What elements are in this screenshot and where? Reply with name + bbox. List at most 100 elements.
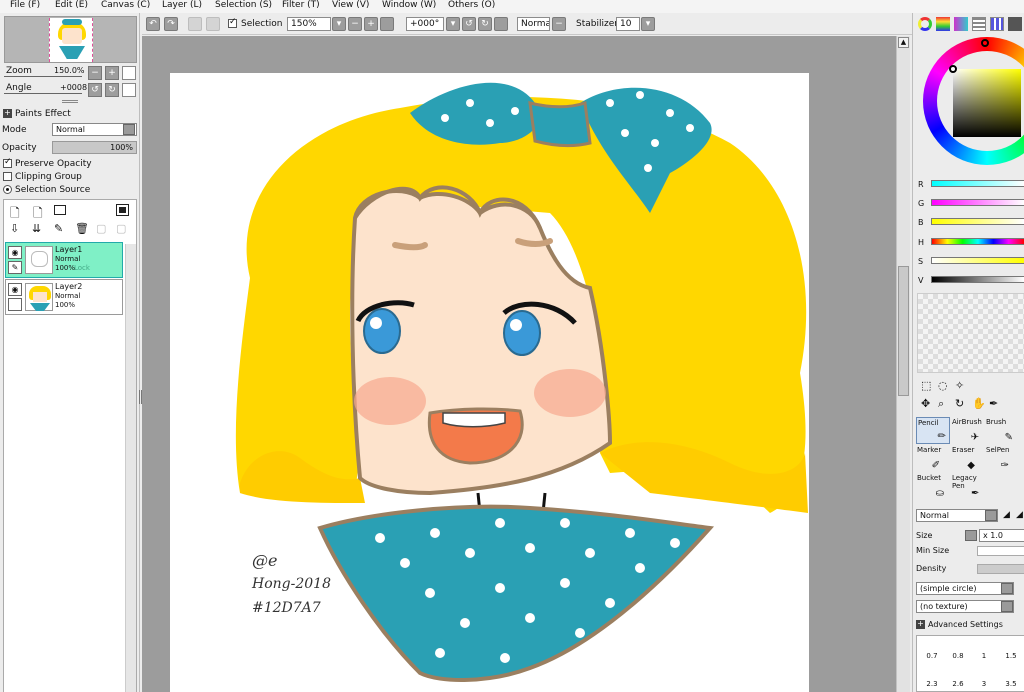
panel-splitter[interactable] <box>62 100 78 103</box>
angle-dropdown-button[interactable]: ▾ <box>446 17 460 31</box>
lasso-icon[interactable]: ◌ <box>938 379 948 392</box>
saturation-value-square[interactable] <box>953 69 1021 137</box>
b-slider[interactable] <box>931 218 1024 225</box>
magic-wand-icon[interactable]: ✧ <box>955 379 964 392</box>
size-preset[interactable]: 0.7 <box>921 652 943 660</box>
menu-canvas[interactable]: Canvas (C) <box>101 0 150 10</box>
nav-zoom-out-button[interactable]: − <box>88 66 102 80</box>
deselect-button[interactable] <box>188 17 202 31</box>
stabilizer-select[interactable]: 10 <box>616 17 640 31</box>
left-splitter[interactable] <box>139 390 142 404</box>
scratchpad-tab-icon[interactable] <box>1008 17 1022 31</box>
selection-source-radio[interactable] <box>3 185 12 194</box>
nav-rotate-ccw-button[interactable]: ↺ <box>88 83 102 97</box>
r-slider[interactable] <box>931 180 1024 187</box>
chevron-down-icon[interactable] <box>985 510 997 521</box>
size-preset[interactable]: 1 <box>973 652 995 660</box>
tool-eraser[interactable]: Eraser ◆ <box>951 445 985 472</box>
v-slider[interactable] <box>931 276 1024 283</box>
hand-icon[interactable]: ✋ <box>972 397 986 410</box>
rgb-slider-tab-icon[interactable] <box>936 17 950 31</box>
tool-selpen[interactable]: SelPen ✑ <box>985 445 1019 472</box>
size-multiplier-dropdown[interactable] <box>965 530 977 541</box>
rotate-cw-button[interactable]: ↻ <box>478 17 492 31</box>
opacity-slider[interactable]: 100% <box>52 141 137 154</box>
move-icon[interactable]: ✥ <box>921 397 930 410</box>
rotate-ccw-button[interactable]: ↺ <box>462 17 476 31</box>
menu-file[interactable]: File (F) <box>10 0 40 10</box>
zoom-tool-icon[interactable]: ⌕ <box>938 397 944 411</box>
size-multiplier[interactable]: x 1.0 <box>979 529 1024 542</box>
flip-button[interactable]: − <box>552 17 566 31</box>
drawing-canvas[interactable]: @e Hong-2018 #12D7A7 <box>170 73 809 692</box>
zoom-out-button[interactable]: − <box>348 17 362 31</box>
s-slider[interactable] <box>931 257 1024 264</box>
brush-shape-select[interactable]: (simple circle) <box>916 582 1014 595</box>
tool-brush[interactable]: Brush ✎ <box>985 417 1019 444</box>
new-folder-icon[interactable] <box>54 205 66 215</box>
menu-layer[interactable]: Layer (L) <box>162 0 202 10</box>
layer-mask-icon[interactable] <box>116 204 129 216</box>
menu-edit[interactable]: Edit (E) <box>55 0 88 10</box>
menu-view[interactable]: View (V) <box>332 0 369 10</box>
preserve-opacity-checkbox[interactable]: ✓ <box>3 157 12 168</box>
menu-filter[interactable]: Filter (T) <box>282 0 320 10</box>
navigator-preview[interactable] <box>4 16 137 63</box>
rect-select-icon[interactable]: ⬚ <box>921 379 931 392</box>
menu-others[interactable]: Others (O) <box>448 0 495 10</box>
menu-selection[interactable]: Selection (S) <box>215 0 272 10</box>
canvas-vertical-scrollbar[interactable]: ▲ <box>896 36 910 692</box>
h-slider[interactable] <box>931 238 1024 245</box>
scroll-up-arrow[interactable]: ▲ <box>898 37 909 48</box>
swatches-tab-icon[interactable] <box>990 17 1004 31</box>
brush-texture-select[interactable]: (no texture) <box>916 600 1014 613</box>
delete-layer-icon[interactable]: 🗑 <box>75 222 89 235</box>
color-picker-cursor[interactable] <box>949 65 957 73</box>
min-size-slider[interactable] <box>977 546 1024 556</box>
color-wheel-tab-icon[interactable] <box>918 17 932 31</box>
clear-layer-icon[interactable]: ✎ <box>54 222 63 235</box>
tool-marker[interactable]: Marker ✐ <box>916 445 950 472</box>
angle-select[interactable]: +000° <box>406 17 444 31</box>
redo-button[interactable]: ↷ <box>164 17 178 31</box>
size-preset[interactable]: 2.3 <box>921 680 943 688</box>
pen-slot[interactable] <box>8 298 22 311</box>
eyedropper-icon[interactable]: ✒ <box>989 397 998 410</box>
plus-icon[interactable]: + <box>916 620 925 629</box>
user-swatch-area[interactable] <box>917 293 1024 373</box>
hue-picker-cursor[interactable] <box>981 39 989 47</box>
brush-size-presets[interactable]: 0.7 0.8 1 1.5 2.3 2.6 3 3.5 <box>916 635 1024 692</box>
layer-scrollbar[interactable] <box>125 244 136 692</box>
size-preset[interactable]: 3 <box>973 680 995 688</box>
nav-rotate-cw-button[interactable]: ↻ <box>105 83 119 97</box>
density-slider[interactable] <box>977 564 1024 574</box>
nav-zoom-in-button[interactable]: + <box>105 66 119 80</box>
stabilizer-dropdown-button[interactable]: ▾ <box>641 17 655 31</box>
g-slider[interactable] <box>931 199 1024 206</box>
undo-button[interactable]: ↶ <box>146 17 160 31</box>
clipping-group-checkbox[interactable] <box>3 172 12 181</box>
rotate-tool-icon[interactable]: ↻ <box>955 397 964 410</box>
size-preset[interactable]: 3.5 <box>1000 680 1022 688</box>
triangle-icon[interactable]: ◢ <box>1003 510 1010 520</box>
tool-pencil[interactable]: Pencil ✏ <box>916 417 950 444</box>
hsv-slider-tab-icon[interactable] <box>954 17 968 31</box>
color-mix-tab-icon[interactable] <box>972 17 986 31</box>
chevron-down-icon[interactable] <box>1001 601 1013 612</box>
zoom-in-button[interactable]: + <box>364 17 378 31</box>
triangle-icon[interactable]: ◢ <box>1016 510 1023 520</box>
transfer-down-icon[interactable]: ⇊ <box>32 222 41 235</box>
zoom-reset-button[interactable] <box>380 17 394 31</box>
size-preset[interactable]: 1.5 <box>1000 652 1022 660</box>
tool-bucket[interactable]: Bucket ⛀ <box>916 473 950 500</box>
layer-row-layer2[interactable]: ◉ Layer2 Normal 100% <box>5 279 123 315</box>
zoom-select[interactable]: 150% <box>287 17 331 31</box>
size-preset[interactable]: 2.6 <box>947 680 969 688</box>
zoom-dropdown-button[interactable]: ▾ <box>332 17 346 31</box>
nav-zoom-reset-button[interactable] <box>122 66 136 80</box>
menu-window[interactable]: Window (W) <box>382 0 436 10</box>
color-wheel[interactable] <box>923 37 1024 165</box>
selection-checkbox[interactable]: ✓ <box>228 17 237 28</box>
zoom-slider[interactable] <box>4 76 82 77</box>
invert-selection-button[interactable] <box>206 17 220 31</box>
